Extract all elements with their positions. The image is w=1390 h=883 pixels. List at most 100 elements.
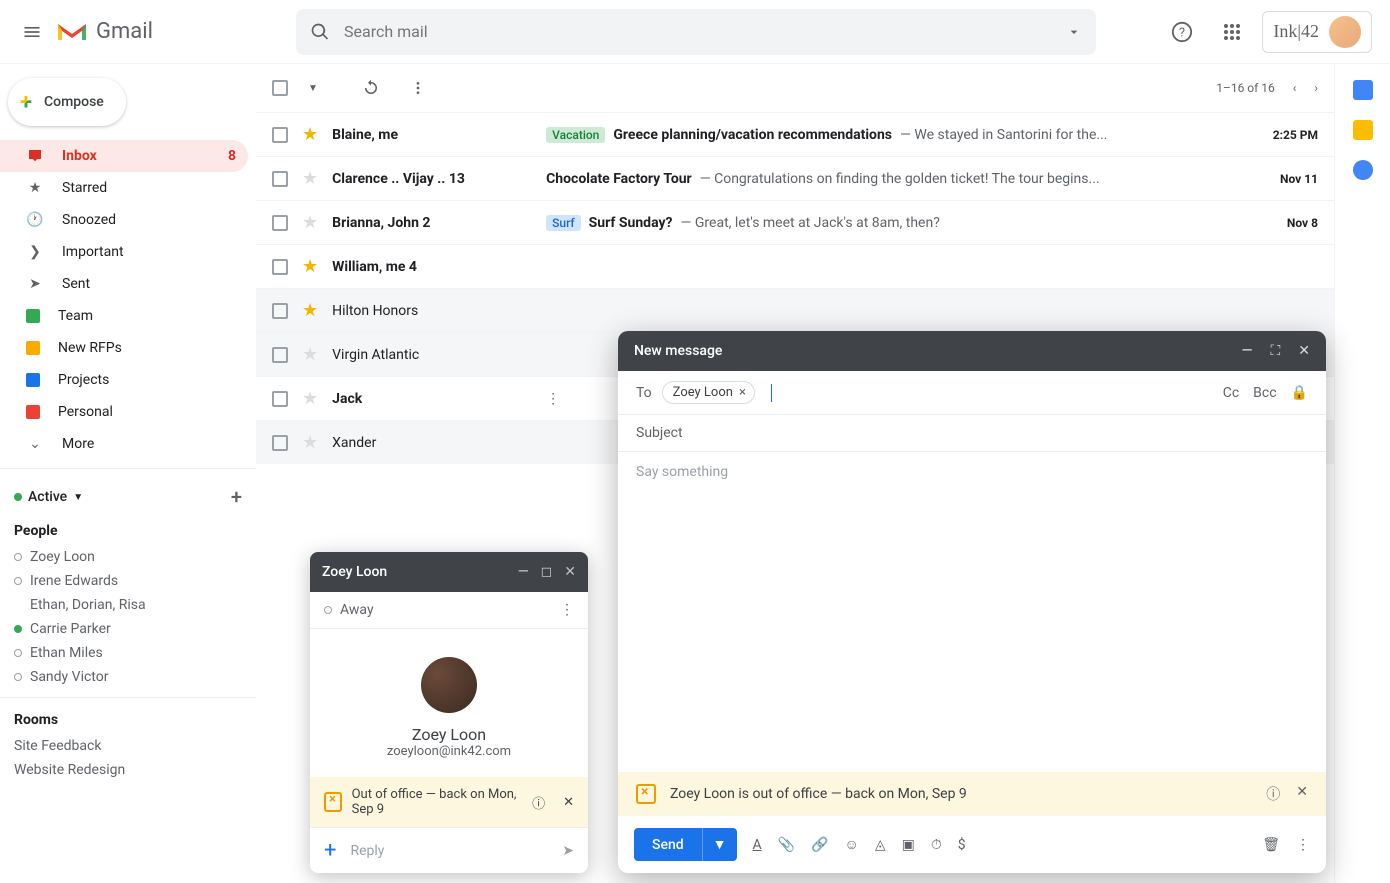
sidebar-item-projects[interactable]: Projects (0, 364, 248, 396)
chat-popout-icon[interactable]: ◻ (541, 564, 553, 580)
discard-icon[interactable]: 🗑 (1262, 837, 1280, 853)
people-header: People (0, 517, 256, 545)
chat-options-icon[interactable]: ⋮ (560, 602, 574, 618)
remove-recipient-icon[interactable]: × (739, 385, 746, 400)
ooo-dismiss-icon[interactable]: ✕ (563, 795, 574, 810)
keep-addon-icon[interactable] (1353, 120, 1373, 140)
gmail-logo[interactable]: Gmail (56, 19, 236, 44)
person-row[interactable]: Sandy Victor (0, 665, 256, 689)
chat-minimize-icon[interactable]: — (518, 564, 529, 580)
image-icon[interactable]: ▣ (902, 837, 915, 853)
ooo-info-icon[interactable]: ⓘ (532, 793, 545, 812)
chat-header[interactable]: Zoey Loon — ◻ ✕ (310, 552, 588, 592)
compose-header[interactable]: New message — ⛶ ✕ (618, 331, 1326, 371)
star-icon[interactable]: ★ (302, 344, 318, 365)
star-icon[interactable]: ★ (302, 168, 318, 189)
to-label: To (636, 385, 652, 401)
hangouts-status[interactable]: Active ▼ + (0, 477, 256, 517)
confidential-mode-icon[interactable]: ⏱ (931, 837, 942, 853)
sidebar-item-inbox[interactable]: Inbox8 (0, 140, 248, 172)
format-icon[interactable]: A (753, 837, 762, 853)
person-row[interactable]: Zoey Loon (0, 545, 256, 569)
mail-row[interactable]: ★ Brianna, John 2 SurfSurf Sunday? — Gre… (256, 200, 1334, 244)
next-page-icon[interactable]: › (1314, 81, 1318, 95)
search-options-icon[interactable] (1066, 24, 1082, 40)
sidebar-item-starred[interactable]: ★Starred (0, 172, 248, 204)
menu-icon[interactable] (8, 8, 56, 56)
select-all-checkbox[interactable] (272, 80, 288, 96)
chat-close-icon[interactable]: ✕ (564, 564, 576, 580)
chat-reply-input[interactable]: Reply (350, 843, 384, 859)
mail-checkbox[interactable] (272, 435, 288, 451)
money-icon[interactable]: $ (958, 837, 966, 853)
star-icon[interactable]: ★ (302, 432, 318, 453)
account-avatar[interactable] (1329, 16, 1361, 48)
compose-fullscreen-icon[interactable]: ⛶ (1270, 343, 1280, 359)
new-chat-icon[interactable]: + (231, 485, 242, 509)
more-icon[interactable] (410, 80, 426, 96)
ooo-info-icon[interactable]: ⓘ (1266, 784, 1280, 804)
prev-page-icon[interactable]: ‹ (1293, 81, 1297, 95)
person-row[interactable]: Ethan Miles (0, 641, 256, 665)
star-icon[interactable]: ★ (302, 256, 318, 277)
mail-row[interactable]: ★ Hilton Honors (256, 288, 1334, 332)
select-dropdown-icon[interactable]: ▼ (308, 83, 318, 94)
mail-row[interactable]: ★ Blaine, me VacationGreece planning/vac… (256, 112, 1334, 156)
row-menu-icon[interactable]: ⋮ (546, 391, 560, 407)
drive-icon[interactable]: ◬ (875, 837, 886, 853)
sidebar-item-important[interactable]: ❯Important (0, 236, 248, 268)
mail-checkbox[interactable] (272, 127, 288, 143)
workspace-brand[interactable]: Ink|42 (1262, 11, 1372, 53)
search-bar[interactable] (296, 9, 1096, 55)
tasks-addon-icon[interactable] (1353, 160, 1373, 180)
mail-checkbox[interactable] (272, 347, 288, 363)
sidebar-item-personal[interactable]: Personal (0, 396, 248, 428)
link-icon[interactable]: 🔗 (811, 837, 828, 853)
room-row[interactable]: Website Redesign (0, 758, 256, 782)
sidebar-item-snoozed[interactable]: 🕐Snoozed (0, 204, 248, 236)
compose-close-icon[interactable]: ✕ (1298, 343, 1310, 359)
sidebar-item-sent[interactable]: ➤Sent (0, 268, 248, 300)
help-icon[interactable]: ? (1162, 12, 1202, 52)
ooo-dismiss-icon[interactable]: ✕ (1296, 784, 1308, 804)
compose-minimize-icon[interactable]: — (1242, 343, 1253, 359)
confidential-icon[interactable]: 🔒 (1291, 385, 1308, 401)
person-row[interactable]: Ethan, Dorian, Risa (0, 593, 256, 617)
star-icon[interactable]: ★ (302, 124, 318, 145)
star-icon[interactable]: ★ (302, 388, 318, 409)
mail-checkbox[interactable] (272, 215, 288, 231)
send-options-icon[interactable]: ▼ (702, 828, 737, 861)
send-button[interactable]: Send ▼ (634, 828, 737, 861)
person-row[interactable]: Carrie Parker (0, 617, 256, 641)
person-row[interactable]: Irene Edwards (0, 569, 256, 593)
mail-checkbox[interactable] (272, 171, 288, 187)
attach-icon[interactable]: 📎 (778, 837, 795, 853)
search-input[interactable] (344, 22, 1052, 41)
sidebar-item-team[interactable]: Team (0, 300, 248, 332)
sidebar-item-new-rfps[interactable]: New RFPs (0, 332, 248, 364)
mail-row[interactable]: ★ William, me 4 (256, 244, 1334, 288)
more-options-icon[interactable]: ⋮ (1296, 837, 1310, 853)
mail-checkbox[interactable] (272, 391, 288, 407)
compose-body[interactable]: Say something (618, 452, 1326, 772)
calendar-addon-icon[interactable] (1353, 80, 1373, 100)
mail-checkbox[interactable] (272, 303, 288, 319)
star-icon[interactable]: ★ (302, 212, 318, 233)
chat-send-icon[interactable]: ➤ (562, 843, 574, 859)
star-icon[interactable]: ★ (302, 300, 318, 321)
compose-to-field[interactable]: To Zoey Loon × Cc Bcc 🔒 (618, 371, 1326, 415)
compose-subject-field[interactable]: Subject (618, 415, 1326, 452)
refresh-icon[interactable] (362, 79, 380, 97)
sidebar-item-more[interactable]: ⌄More (0, 428, 248, 460)
recipient-chip[interactable]: Zoey Loon × (662, 381, 755, 404)
chat-attach-icon[interactable]: + (324, 838, 336, 863)
mail-row[interactable]: ★ Clarence .. Vijay .. 13 Chocolate Fact… (256, 156, 1334, 200)
mail-checkbox[interactable] (272, 259, 288, 275)
bcc-link[interactable]: Bcc (1253, 385, 1276, 401)
compose-button[interactable]: Compose (8, 78, 126, 126)
apps-icon[interactable] (1212, 12, 1252, 52)
room-row[interactable]: Site Feedback (0, 734, 256, 758)
cc-link[interactable]: Cc (1223, 385, 1239, 401)
compose-ooo-text: Zoey Loon is out of office — back on Mon… (670, 786, 967, 802)
emoji-icon[interactable]: ☺ (845, 836, 859, 853)
